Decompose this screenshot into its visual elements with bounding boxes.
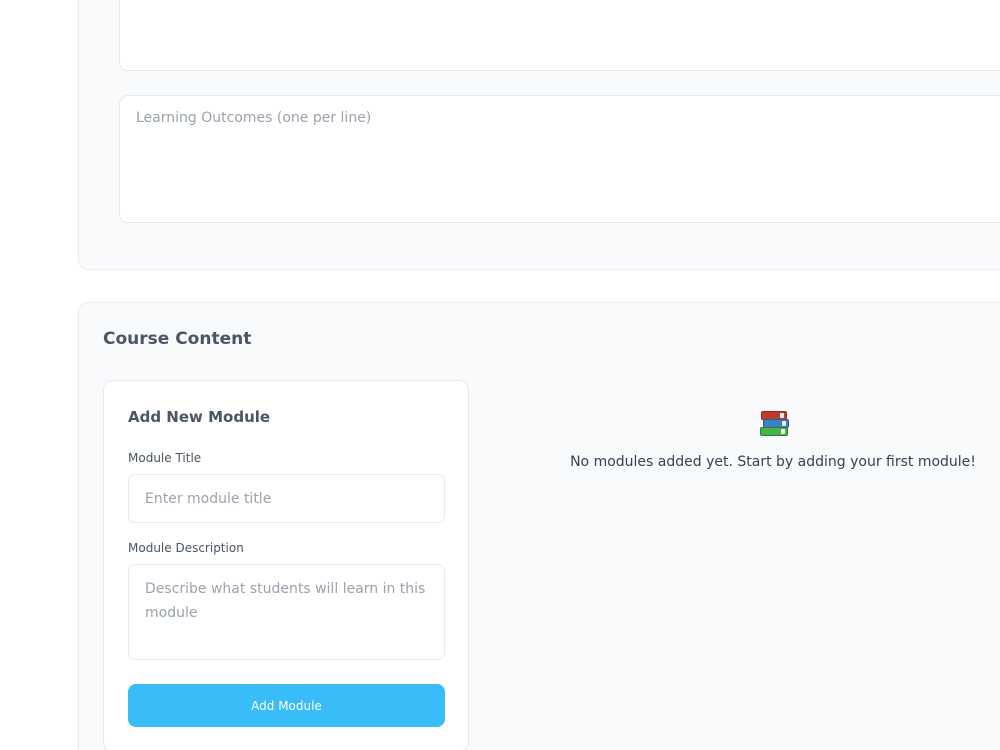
page: Course Content Add New Module Module Tit… — [0, 0, 1000, 750]
add-module-title: Add New Module — [128, 408, 271, 426]
books-icon — [757, 409, 789, 439]
module-title-input[interactable] — [128, 474, 445, 523]
course-content-card: Course Content Add New Module Module Tit… — [78, 302, 1000, 750]
module-description-input[interactable] — [128, 564, 445, 660]
section-title: Course Content — [103, 329, 252, 349]
module-description-label: Module Description — [128, 541, 244, 555]
module-title-label: Module Title — [128, 451, 202, 465]
modules-empty-state: No modules added yet. Start by adding yo… — [549, 409, 997, 470]
course-details-card — [78, 0, 1000, 270]
add-module-form: Add New Module Module Title Module Descr… — [103, 380, 469, 750]
empty-state-message: No modules added yet. Start by adding yo… — [570, 454, 976, 470]
learning-outcomes-field[interactable] — [119, 95, 1000, 223]
course-description-field[interactable] — [119, 0, 1000, 71]
add-module-button[interactable]: Add Module — [128, 684, 445, 727]
